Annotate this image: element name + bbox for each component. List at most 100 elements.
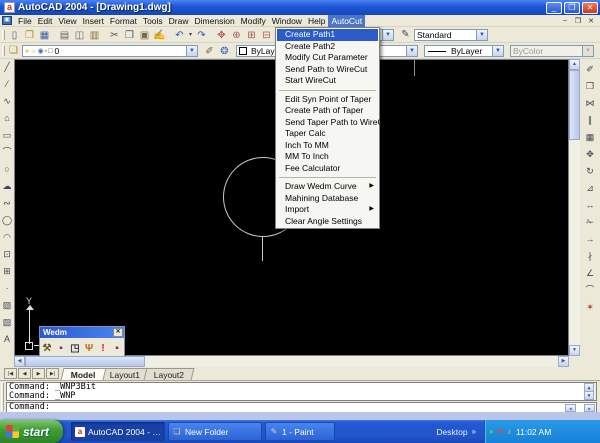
construction-line-icon[interactable]: ⁄ [1,76,14,93]
tab-layout2[interactable]: Layout2 [143,368,194,380]
ellipse-arc-icon[interactable]: ◠ [1,229,14,246]
menu-item-inch-to-mm[interactable]: Inch To MM [277,140,378,152]
toolbar-grip[interactable] [2,46,5,56]
copy-object-icon[interactable]: ❒ [584,78,597,95]
menu-item[interactable]: Format [107,15,140,27]
circle-icon[interactable]: ○ [1,161,14,178]
wedm-tool1-icon[interactable]: ⚒ [41,343,53,355]
scroll-down-icon[interactable]: ▼ [569,345,580,356]
match-properties-icon[interactable]: ✍ [152,29,167,42]
paste-icon[interactable]: ▣ [137,29,152,42]
wedm-tool3-icon[interactable]: ◳ [69,343,81,355]
menu-item-fee-calculator[interactable]: Fee Calculator [277,163,378,175]
menu-item-start-wirecut[interactable]: Start WireCut [277,75,378,87]
menu-item-taper-calc[interactable]: Taper Calc [277,128,378,140]
menu-item-mm-to-inch[interactable]: MM To Inch [277,151,378,163]
drawn-line-segment[interactable] [414,60,415,76]
start-button[interactable]: start [0,420,63,443]
pan-icon[interactable]: ✥ [214,29,229,42]
dim-style-combo[interactable]: Standard ▼ [414,29,488,41]
menu-item-autocut[interactable]: AutoCut [328,15,365,27]
dropdown-arrow-icon[interactable]: ▼ [492,46,503,56]
rotate-icon[interactable]: ↻ [584,163,597,180]
menu-item[interactable]: File [15,15,35,27]
desktop-label[interactable]: Desktop [436,427,467,437]
title-bar[interactable]: a AutoCAD 2004 - [Drawing1.dwg] _ ❐ ✕ [0,0,600,15]
wedm-tool6-icon[interactable]: ▪ [111,343,123,355]
scroll-left-icon[interactable]: ◀ [14,356,25,367]
menu-item-edit-syn-point-of-taper[interactable]: Edit Syn Point of Taper [277,94,378,106]
plot-icon[interactable]: ▤ [57,29,72,42]
wedm-warning-icon[interactable]: ! [97,343,109,355]
wedm-tool2-icon[interactable]: ▪ [55,343,67,355]
tab-nav-button[interactable]: ◀ [18,368,31,379]
rectangle-icon[interactable]: ▭ [1,127,14,144]
dropdown-arrow-icon[interactable]: ▼ [382,30,393,40]
menu-item-mahining-database[interactable]: Mahining Database [277,193,378,205]
menu-item[interactable]: Help [305,15,328,27]
scroll-right-icon[interactable]: ▶ [584,404,595,412]
make-block-icon[interactable]: ⊞ [1,263,14,280]
tray-icon-2[interactable]: ❖ [497,427,504,436]
tab-model[interactable]: Model [61,368,107,380]
toolbar-grip[interactable] [2,30,5,40]
new-icon[interactable]: ▯ [7,29,22,42]
line-icon[interactable]: ╱ [1,59,14,76]
dim-style-icon[interactable]: ✎ [398,28,413,41]
copy-icon[interactable]: ❒ [122,29,137,42]
wedm-tool4-icon[interactable]: Ψ [83,343,95,355]
erase-icon[interactable]: ✐ [584,61,597,78]
horizontal-scroll-thumb[interactable] [25,356,145,367]
menu-item[interactable]: Window [269,15,305,27]
child-restore-button[interactable]: ❐ [573,17,583,25]
menu-separator[interactable] [279,177,376,178]
menu-item[interactable]: View [55,15,79,27]
stretch-icon[interactable]: ↔ [584,197,597,214]
menu-item[interactable]: Insert [80,15,107,27]
chamfer-icon[interactable]: ∠ [584,265,597,282]
maximize-button[interactable]: ❐ [564,2,580,14]
layer-thaw-sun-icon[interactable]: ☼ [30,48,36,55]
polyline-icon[interactable]: ∿ [1,93,14,110]
desktop-toolbar[interactable]: Desktop » [436,427,476,437]
menu-item[interactable]: Dimension [192,15,238,27]
point-icon[interactable]: ∙ [1,280,14,297]
region-icon[interactable]: ▧ [1,314,14,331]
layer-combo[interactable]: ●☼◉▪□ 0 ▼ [22,45,198,57]
child-minimize-button[interactable]: – [560,17,570,25]
clock[interactable]: 11:02 AM [516,427,551,437]
plot-preview-icon[interactable]: ◫ [72,29,87,42]
ellipse-icon[interactable]: ◯ [1,212,14,229]
scroll-up-icon[interactable]: ▲ [569,59,580,70]
menu-item[interactable]: Edit [35,15,56,27]
undo-icon[interactable]: ↶ [172,29,187,42]
mtext-icon[interactable]: A [1,331,14,348]
chevron-icon[interactable]: » [472,427,476,436]
menu-item-create-path2[interactable]: Create Path2 [277,41,378,53]
vertical-scroll-thumb[interactable] [569,70,580,140]
array-icon[interactable]: ▦ [584,129,597,146]
taskbar-task-new-folder[interactable]: ❏ New Folder [168,422,262,441]
drawing-child-icon[interactable]: ▣ [2,16,12,25]
taskbar-task-autocad[interactable]: a AutoCAD 2004 - [Dra... [71,422,165,441]
zoom-realtime-icon[interactable]: ⊕ [229,29,244,42]
zoom-previous-icon[interactable]: ⊟ [259,29,274,42]
taskbar-task-paint[interactable]: ✎ 1 - Paint [265,422,335,441]
redo-icon[interactable]: ↷ [194,29,209,42]
command-history[interactable]: Command: _WNP3BitCommand: _WNP ▲ ▼ [6,382,597,401]
layer-properties-icon[interactable]: ❏ [6,44,21,57]
menu-item[interactable]: Modify [238,15,269,27]
tab-nav-button[interactable]: ▶ [32,368,45,379]
scroll-down-icon[interactable]: ▼ [584,391,594,400]
child-close-button[interactable]: ✕ [586,17,596,25]
insert-block-icon[interactable]: ⊡ [1,246,14,263]
close-button[interactable]: ✕ [582,2,598,14]
menu-item-create-path-of-taper[interactable]: Create Path of Taper [277,105,378,117]
undo-dropdown-icon[interactable]: ▾ [187,29,194,42]
revision-cloud-icon[interactable]: ☁ [1,178,14,195]
lineweight-combo[interactable]: ByLayer ▼ [424,45,504,57]
explode-icon[interactable]: ✶ [584,299,597,316]
menu-item-clear-angle-settings[interactable]: Clear Angle Settings [277,216,378,228]
minimize-button[interactable]: _ [546,2,562,14]
spline-icon[interactable]: ∾ [1,195,14,212]
